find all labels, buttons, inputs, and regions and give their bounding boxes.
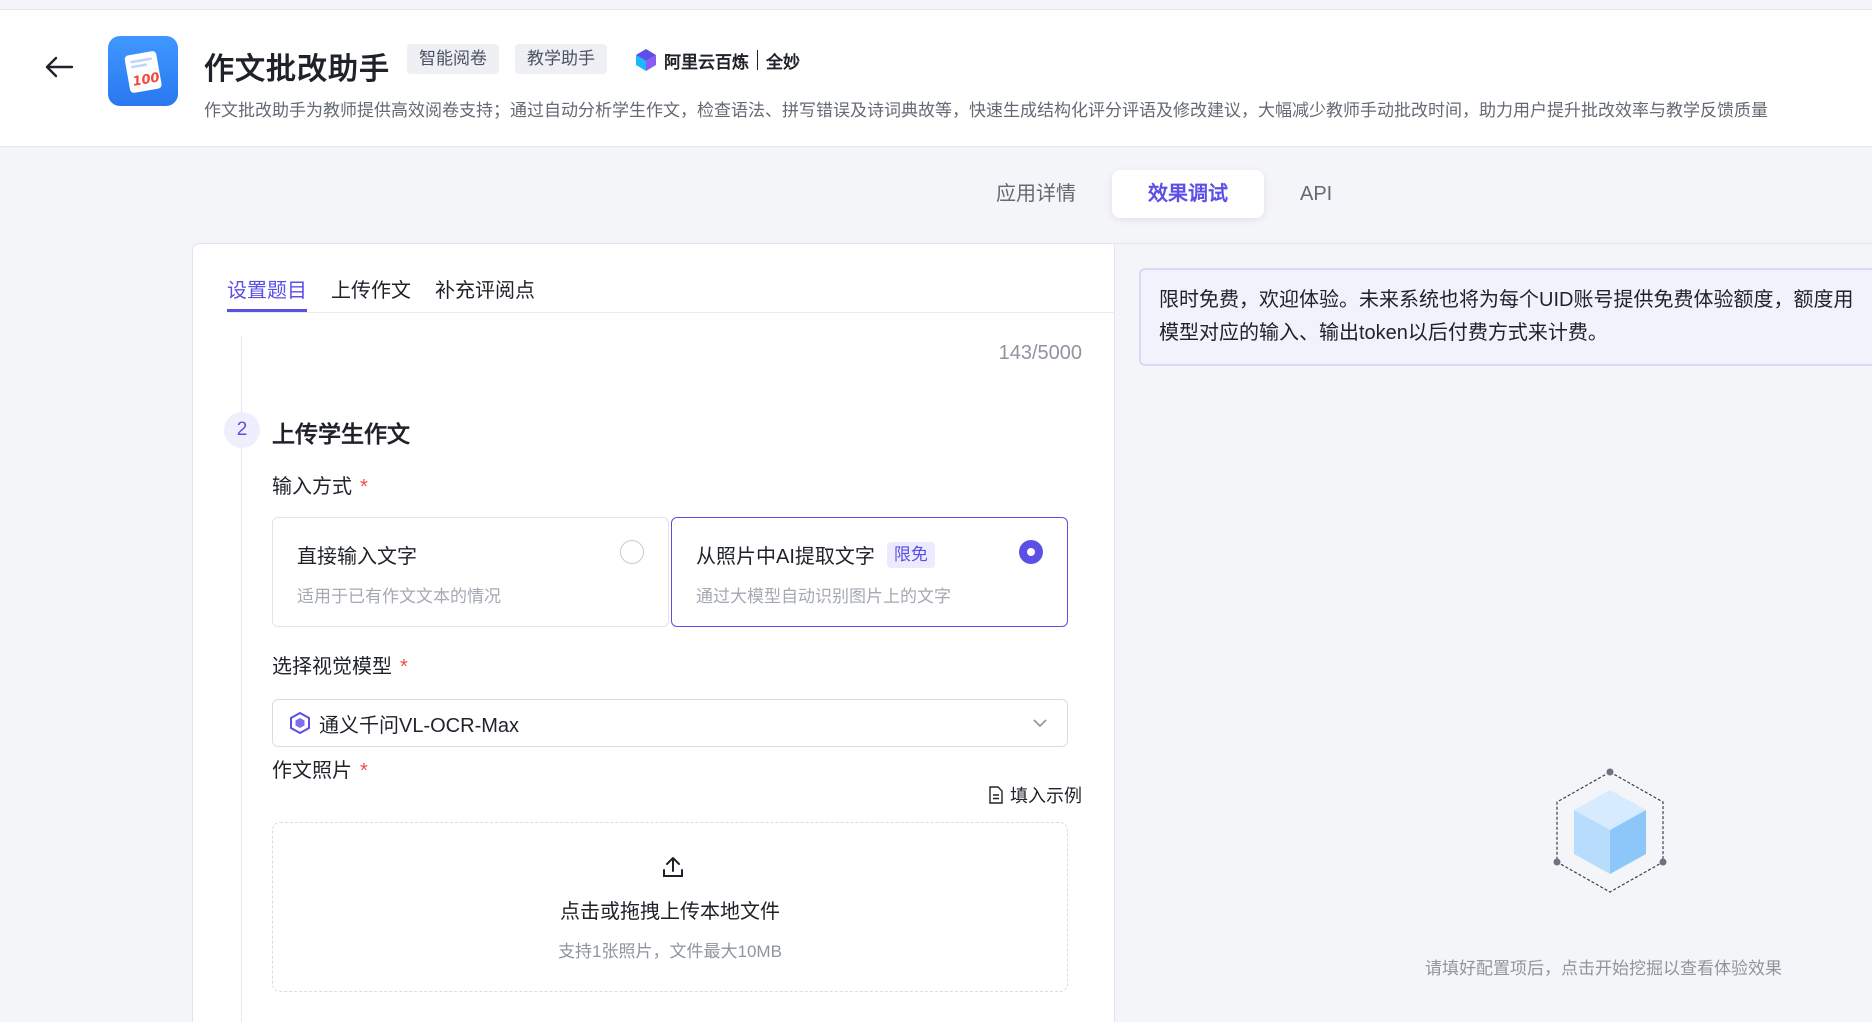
empty-state-hint: 请填好配置项后，点击开始挖掘以查看体验效果 [1425, 959, 1782, 978]
back-button[interactable] [38, 46, 80, 88]
upload-main-text: 点击或拖拽上传本地文件 [560, 901, 780, 923]
sub-tabs-divider [227, 312, 1116, 313]
required-mark: * [400, 656, 408, 678]
app-icon: 100 [108, 36, 178, 106]
tag-smart-grading: 智能阅卷 [407, 44, 499, 74]
main-tabs: 应用详情 效果调试 API [960, 170, 1368, 218]
option-description: 适用于已有作文文本的情况 [297, 587, 501, 606]
photo-label-text: 作文照片 [272, 760, 352, 782]
required-mark: * [360, 476, 368, 498]
required-mark: * [360, 760, 368, 782]
chevron-down-icon [1033, 719, 1047, 728]
input-mode-label: 输入方式 * [272, 470, 368, 499]
option-direct-text[interactable]: 直接输入文字 适用于已有作文文本的情况 [272, 517, 669, 627]
vision-model-value: 通义千问VL-OCR-Max [319, 714, 520, 737]
upload-icon [663, 857, 683, 877]
brand-name: 阿里云百炼 [664, 52, 749, 72]
essay-score-icon: 100 [124, 51, 162, 93]
option-photo-ocr[interactable]: 从照片中AI提取文字 限免 通过大模型自动识别图片上的文字 [671, 517, 1068, 627]
document-icon [989, 786, 1003, 804]
notice-line-2: 模型对应的输入、输出token以后付费方式来计费。 [1159, 322, 1608, 344]
app-title: 作文批改助手 [204, 53, 390, 86]
char-count: 143/5000 [998, 342, 1082, 364]
app-header: 100 作文批改助手 智能阅卷 教学助手 阿里云百炼 全妙 作文批改助手为教师提… [0, 10, 1872, 147]
config-panel: 设置题目 上传作文 补充评阅点 143/5000 2 上传学生作文 输入方式 * … [192, 243, 1116, 1022]
option-title: 直接输入文字 [297, 540, 417, 569]
radio-direct-text[interactable] [620, 540, 644, 564]
app-description: 作文批改助手为教师提供高效阅卷支持；通过自动分析学生作文，检查语法、拼写错误及诗… [204, 101, 1768, 120]
tab-api[interactable]: API [1264, 170, 1368, 218]
fill-example-button[interactable]: 填入示例 [988, 782, 1082, 808]
free-badge: 限免 [886, 541, 935, 568]
vision-model-label-text: 选择视觉模型 [272, 656, 392, 678]
photo-upload-area[interactable]: 点击或拖拽上传本地文件 支持1张照片，文件最大10MB [272, 822, 1068, 992]
vision-model-label: 选择视觉模型 * [272, 650, 408, 679]
free-trial-notice: 限时免费，欢迎体验。未来系统也将为每个UID账号提供免费体验额度，额度用 模型对… [1139, 268, 1872, 366]
notice-line-1: 限时免费，欢迎体验。未来系统也将为每个UID账号提供免费体验额度，额度用 [1159, 289, 1854, 311]
tab-app-details[interactable]: 应用详情 [960, 170, 1112, 218]
subtab-set-topic[interactable]: 设置题目 [227, 274, 307, 312]
tag-teaching-assistant: 教学助手 [515, 44, 607, 74]
option-description: 通过大模型自动识别图片上的文字 [696, 587, 951, 606]
tab-effect-debug[interactable]: 效果调试 [1112, 170, 1264, 218]
photo-label: 作文照片 * [272, 754, 368, 783]
arrow-left-icon [45, 56, 74, 78]
result-panel: 限时免费，欢迎体验。未来系统也将为每个UID账号提供免费体验额度，额度用 模型对… [1115, 243, 1872, 1022]
option-title-text: 从照片中AI提取文字 [696, 546, 875, 568]
subtab-upload-essay[interactable]: 上传作文 [331, 274, 411, 312]
option-title: 从照片中AI提取文字 限免 [696, 540, 935, 569]
top-strip [0, 0, 1872, 10]
input-mode-label-text: 输入方式 [272, 476, 352, 498]
brand-partner: 全妙 [766, 52, 800, 72]
qwen-logo-icon [290, 712, 310, 734]
brand-divider [757, 50, 758, 70]
subtab-extra-points[interactable]: 补充评阅点 [435, 274, 535, 312]
brand-logo: 阿里云百炼 全妙 [634, 46, 800, 74]
upload-hint-text: 支持1张照片，文件最大10MB [558, 942, 782, 961]
step-number-badge: 2 [224, 412, 260, 448]
vision-model-select[interactable]: 通义千问VL-OCR-Max [272, 699, 1068, 747]
step-title: 上传学生作文 [272, 421, 410, 447]
config-sub-tabs: 设置题目 上传作文 补充评阅点 [227, 274, 535, 312]
bailian-logo-icon [636, 49, 656, 71]
radio-photo-ocr[interactable] [1019, 540, 1043, 564]
option-title-text: 直接输入文字 [297, 546, 417, 568]
fill-example-label: 填入示例 [1010, 786, 1082, 806]
empty-cube-icon [1553, 768, 1667, 893]
